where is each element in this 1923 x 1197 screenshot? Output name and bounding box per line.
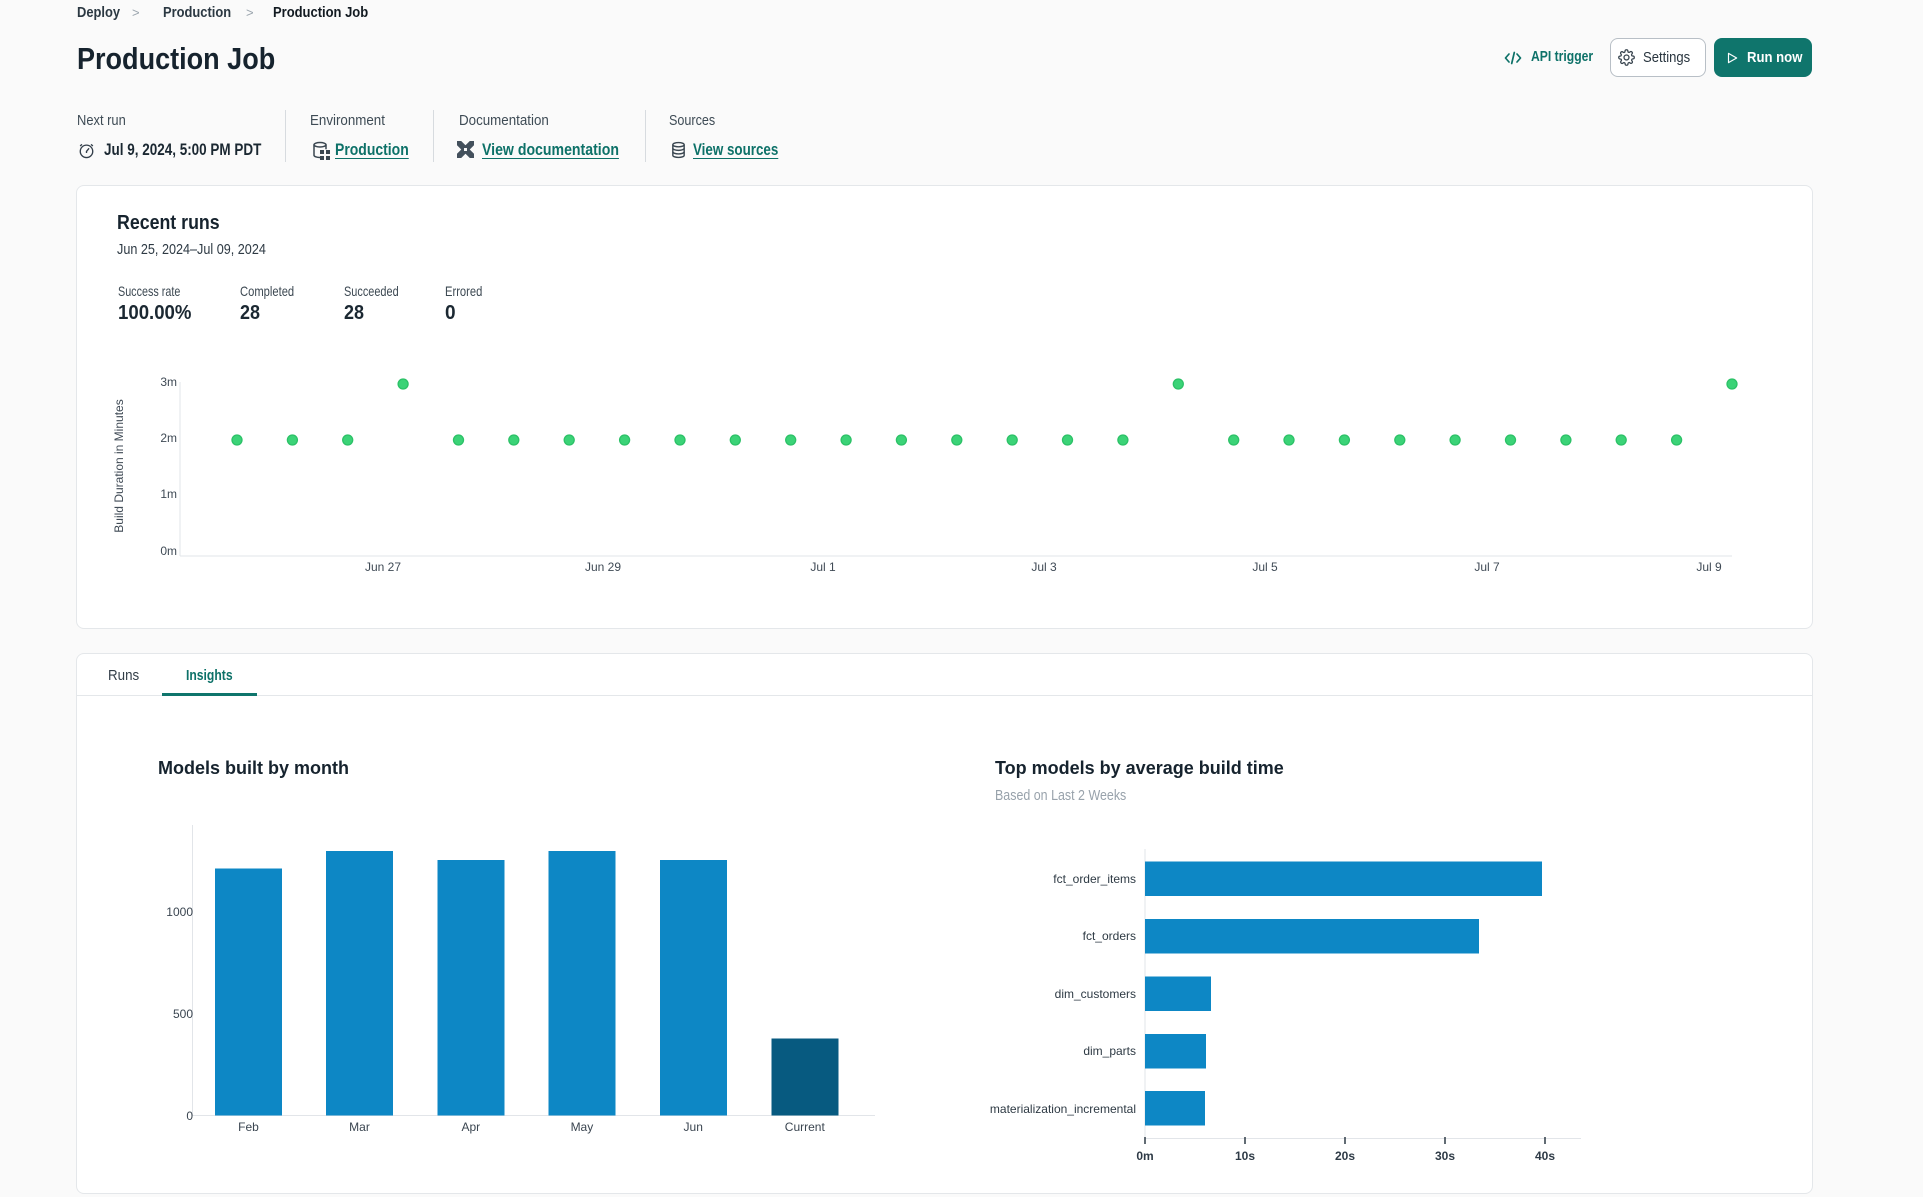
svg-text:2m: 2m — [160, 431, 177, 445]
svg-text:materialization_incremental: materialization_incremental — [990, 1102, 1136, 1116]
svg-text:0m: 0m — [1136, 1149, 1153, 1163]
svg-text:Feb: Feb — [238, 1120, 259, 1134]
svg-text:500: 500 — [173, 1007, 193, 1021]
svg-text:dim_customers: dim_customers — [1055, 987, 1136, 1001]
svg-text:fct_order_items: fct_order_items — [1053, 872, 1136, 886]
svg-text:Jul 7: Jul 7 — [1474, 560, 1500, 574]
svg-text:3m: 3m — [160, 375, 177, 389]
svg-text:1m: 1m — [160, 487, 177, 501]
svg-text:Mar: Mar — [349, 1120, 370, 1134]
svg-text:1000: 1000 — [166, 905, 193, 919]
svg-text:Current: Current — [785, 1120, 826, 1134]
svg-text:20s: 20s — [1335, 1149, 1355, 1163]
svg-text:Jun: Jun — [684, 1120, 703, 1134]
svg-text:Jul 1: Jul 1 — [810, 560, 836, 574]
svg-text:Jul 9: Jul 9 — [1696, 560, 1722, 574]
svg-text:Apr: Apr — [461, 1120, 480, 1134]
svg-text:Jun 29: Jun 29 — [585, 560, 621, 574]
svg-text:Jul 5: Jul 5 — [1252, 560, 1278, 574]
svg-text:0: 0 — [186, 1109, 193, 1123]
svg-text:May: May — [571, 1120, 594, 1134]
svg-text:dim_parts: dim_parts — [1083, 1044, 1136, 1058]
svg-text:fct_orders: fct_orders — [1083, 929, 1136, 943]
svg-text:10s: 10s — [1235, 1149, 1255, 1163]
svg-text:40s: 40s — [1535, 1149, 1555, 1163]
svg-text:Jun 27: Jun 27 — [365, 560, 401, 574]
svg-text:Jul 3: Jul 3 — [1031, 560, 1057, 574]
svg-text:0m: 0m — [160, 544, 177, 558]
svg-text:30s: 30s — [1435, 1149, 1455, 1163]
svg-text:Build Duration in Minutes: Build Duration in Minutes — [112, 399, 126, 532]
